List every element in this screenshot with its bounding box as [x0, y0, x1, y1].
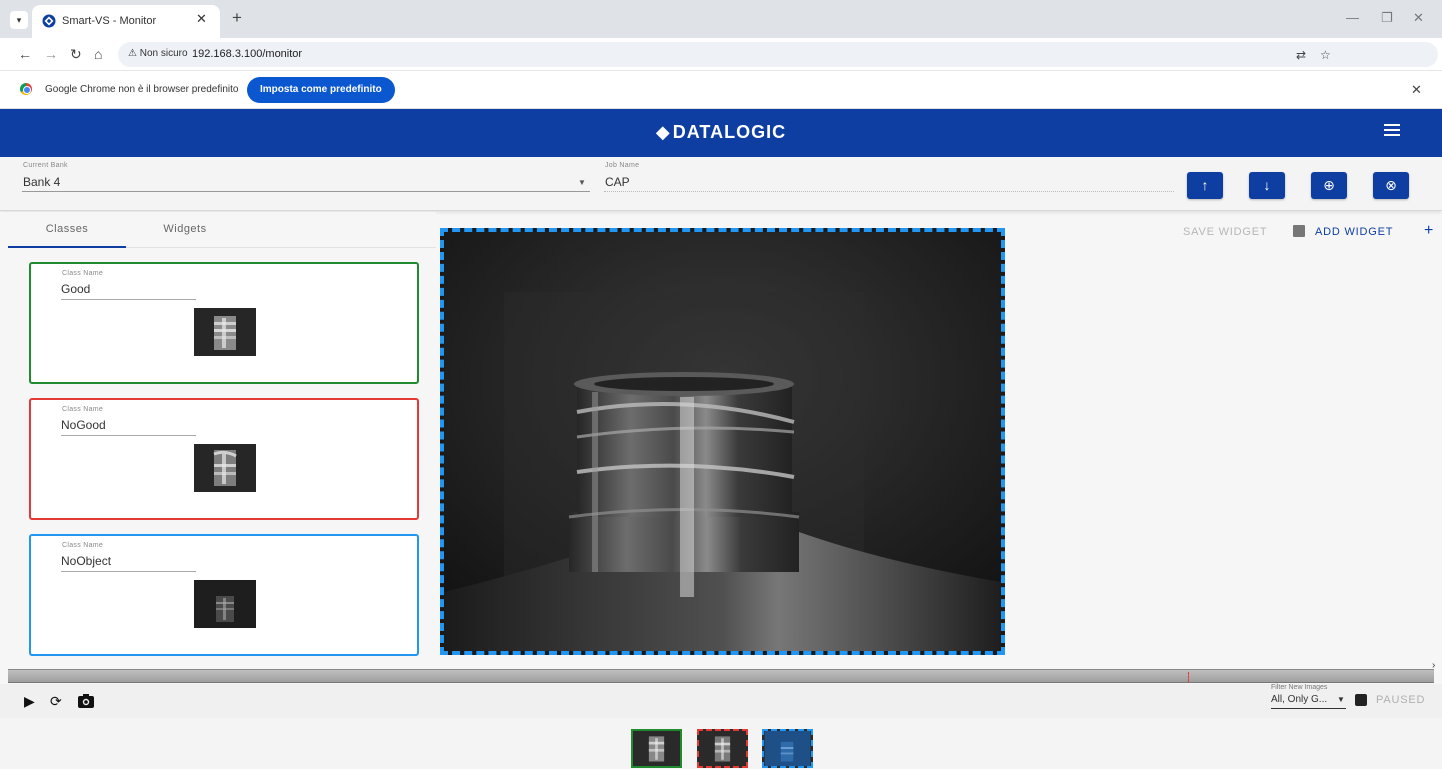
menu-icon[interactable] [1384, 124, 1400, 138]
security-label: Non sicuro [139, 48, 188, 59]
save-icon[interactable] [1293, 225, 1305, 237]
class-name-input[interactable]: NoObject [61, 554, 111, 568]
pause-icon[interactable] [1355, 694, 1367, 706]
bank-select[interactable]: Bank 4 [23, 175, 60, 189]
default-browser-infobar: Google Chrome non è il browser predefini… [0, 71, 1442, 109]
minimize-icon[interactable]: — [1346, 10, 1359, 25]
filter-caret-icon[interactable]: ▼ [1337, 695, 1345, 704]
translate-icon[interactable]: ⇄ [1296, 48, 1306, 62]
infobar-close-icon[interactable]: ✕ [1411, 82, 1422, 98]
filter-label: Filter New Images [1271, 684, 1328, 691]
bottle-neck-image [444, 232, 1001, 651]
datalogic-mark-icon: ◆ [655, 122, 671, 142]
timeline-chevron-icon[interactable]: › [1432, 660, 1435, 671]
save-widget-button[interactable]: SAVE WIDGET [1183, 226, 1267, 238]
tab-classes[interactable]: Classes [8, 212, 126, 248]
tab-widgets[interactable]: Widgets [126, 212, 244, 248]
favicon-icon [42, 14, 56, 28]
image-timeline[interactable] [8, 669, 1434, 683]
add-widget-button[interactable]: ADD WIDGET [1315, 226, 1393, 238]
restore-icon[interactable]: ❐ [1381, 10, 1393, 26]
camera-icon[interactable] [78, 694, 94, 708]
bank-underline [22, 191, 590, 192]
app-header: ◆ DATALOGIC [0, 109, 1442, 157]
chrome-logo-icon [20, 83, 32, 95]
bank-label: Current Bank [23, 162, 68, 169]
omnibox[interactable]: ⚠ Non sicuro 192.168.3.100/monitor ⇄ ☆ [118, 42, 1438, 67]
bookmark-star-icon[interactable]: ☆ [1320, 48, 1331, 62]
brand-logo: ◆ DATALOGIC [0, 122, 1442, 143]
class-thumbnail [194, 308, 256, 356]
tab-search-chevron-icon[interactable]: ▾ [10, 11, 28, 29]
url-text[interactable]: 192.168.3.100/monitor [192, 48, 302, 60]
class-name-label: Class Name [62, 270, 104, 277]
history-thumb-noobject[interactable] [762, 729, 813, 768]
playback-controls: ▶ ⟳ Filter New Images All, Only G... ▼ P… [0, 684, 1442, 718]
bank-job-toolbar: Current Bank Bank 4 ▼ Job Name CAP ↑ ↓ ⊕… [0, 157, 1442, 211]
job-name-field[interactable]: CAP [605, 175, 630, 189]
class-name-input[interactable]: NoGood [61, 418, 106, 432]
add-icon[interactable]: + [1424, 222, 1433, 240]
class-thumbnail [194, 444, 256, 492]
class-card-good[interactable]: Class Name Good [29, 262, 419, 384]
class-name-underline [61, 299, 196, 300]
class-name-label: Class Name [62, 406, 104, 413]
infobar-message: Google Chrome non è il browser predefini… [45, 84, 239, 95]
filter-select[interactable]: All, Only G... [1271, 694, 1327, 705]
class-card-noobject[interactable]: Class Name NoObject [29, 534, 419, 656]
class-name-underline [61, 435, 196, 436]
class-name-input[interactable]: Good [61, 282, 90, 296]
browser-tab[interactable]: Smart-VS - Monitor ✕ [32, 5, 220, 38]
back-icon[interactable]: ← [18, 46, 32, 62]
timeline-marker [1188, 672, 1189, 682]
browser-tab-strip: ▾ Smart-VS - Monitor ✕ + — ❐ ✕ [0, 0, 1442, 38]
class-thumbnail [194, 580, 256, 628]
security-chip[interactable]: ⚠ Non sicuro [128, 48, 188, 59]
class-card-nogood[interactable]: Class Name NoGood [29, 398, 419, 520]
address-bar: ← → ↻ ⌂ ⚠ Non sicuro 192.168.3.100/monit… [0, 38, 1442, 71]
brand-text: DATALOGIC [672, 122, 787, 142]
new-tab-icon[interactable]: + [232, 8, 242, 28]
forward-icon[interactable]: → [44, 46, 58, 62]
widgets-panel: SAVE WIDGET ADD WIDGET + [1005, 212, 1442, 667]
move-up-button[interactable]: ↑ [1187, 172, 1223, 199]
job-label: Job Name [605, 162, 640, 169]
job-underline [604, 191, 1174, 192]
class-name-underline [61, 571, 196, 572]
history-thumb-good[interactable] [631, 729, 682, 768]
status-paused: PAUSED [1376, 694, 1426, 706]
refresh-icon[interactable]: ⟳ [50, 693, 62, 710]
reload-icon[interactable]: ↻ [70, 46, 82, 63]
remove-job-button[interactable]: ⊗ [1373, 172, 1409, 199]
window-close-icon[interactable]: ✕ [1413, 10, 1424, 26]
history-thumbnail-strip [0, 718, 1442, 769]
set-default-button[interactable]: Imposta come predefinito [247, 77, 395, 103]
history-thumb-nogood[interactable] [697, 729, 748, 768]
bank-dropdown-caret-icon[interactable]: ▼ [578, 178, 586, 187]
panel-tabs: Classes Widgets [8, 212, 436, 248]
home-icon[interactable]: ⌂ [94, 46, 102, 62]
add-job-button[interactable]: ⊕ [1311, 172, 1347, 199]
move-down-button[interactable]: ↓ [1249, 172, 1285, 199]
inspection-image-viewer[interactable] [440, 228, 1005, 655]
play-icon[interactable]: ▶ [24, 693, 35, 710]
class-name-label: Class Name [62, 542, 104, 549]
filter-underline [1271, 708, 1346, 709]
tab-title: Smart-VS - Monitor [62, 15, 157, 27]
tab-close-icon[interactable]: ✕ [196, 11, 207, 27]
